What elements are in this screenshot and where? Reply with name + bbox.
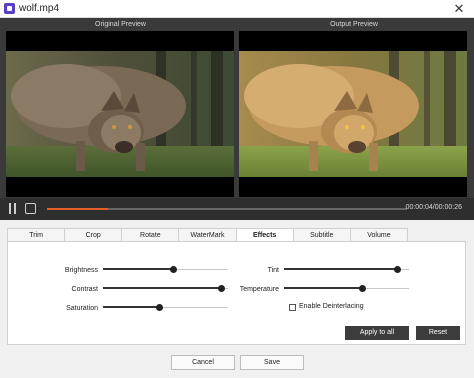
apply-to-all-button[interactable]: Apply to all — [345, 326, 409, 340]
app-video-icon — [4, 3, 15, 14]
deinterlacing-label: Enable Deinterlacing — [299, 303, 364, 310]
reset-button[interactable]: Reset — [416, 326, 460, 340]
window-title: wolf.mp4 — [19, 3, 60, 14]
saturation-slider-knob[interactable] — [156, 304, 164, 311]
wolf-image — [6, 51, 234, 177]
playback-controls: 00:00:04/00:00:26 — [0, 198, 474, 220]
original-video-frame — [6, 51, 234, 177]
contrast-label: Contrast — [71, 286, 98, 293]
stop-icon[interactable] — [25, 203, 36, 214]
tab-subtitle[interactable]: Subtitle — [292, 228, 350, 242]
tab-volume[interactable]: Volume — [349, 228, 408, 242]
saturation-slider[interactable] — [103, 304, 228, 312]
timecode: 00:00:04/00:00:26 — [405, 204, 462, 211]
output-video-frame — [239, 51, 467, 177]
saturation-label: Saturation — [66, 305, 98, 312]
brightness-label: Brightness — [64, 267, 98, 274]
tint-label: Tint — [267, 267, 279, 274]
deinterlacing-checkbox[interactable] — [289, 304, 296, 311]
brightness-slider[interactable] — [103, 266, 228, 274]
pause-icon[interactable] — [9, 203, 17, 214]
close-button[interactable]: ✕ — [444, 0, 474, 18]
temperature-slider[interactable] — [284, 285, 409, 293]
original-preview-video — [6, 31, 234, 197]
tint-slider-knob[interactable] — [393, 266, 401, 273]
preview-area: Original Preview Output Preview — [0, 18, 474, 218]
tab-trim[interactable]: Trim — [7, 228, 65, 242]
original-preview-label: Original Preview — [95, 21, 146, 28]
tint-slider[interactable] — [284, 266, 409, 274]
title-bar: wolf.mp4 ✕ — [0, 0, 474, 18]
tab-watermark[interactable]: WaterMark — [178, 228, 236, 242]
wolf-image-processed — [239, 51, 467, 177]
progress-bar[interactable] — [47, 208, 407, 210]
progress-fill — [47, 208, 109, 210]
temperature-label: Temperature — [239, 286, 279, 293]
cancel-button[interactable]: Cancel — [171, 355, 235, 370]
tab-effects[interactable]: Effects — [235, 228, 293, 242]
save-button[interactable]: Save — [240, 355, 304, 370]
output-preview-label: Output Preview — [330, 21, 378, 28]
brightness-slider-knob[interactable] — [170, 266, 177, 273]
tab-bar: Trim Crop Rotate WaterMark Effects Subti… — [7, 228, 408, 242]
temperature-slider-knob[interactable] — [358, 285, 366, 292]
tab-crop[interactable]: Crop — [64, 228, 122, 242]
effects-panel: Brightness Contrast Saturation Tint Temp… — [7, 241, 466, 345]
output-preview-video — [239, 31, 467, 197]
contrast-slider[interactable] — [103, 285, 228, 293]
tab-rotate[interactable]: Rotate — [121, 228, 179, 242]
